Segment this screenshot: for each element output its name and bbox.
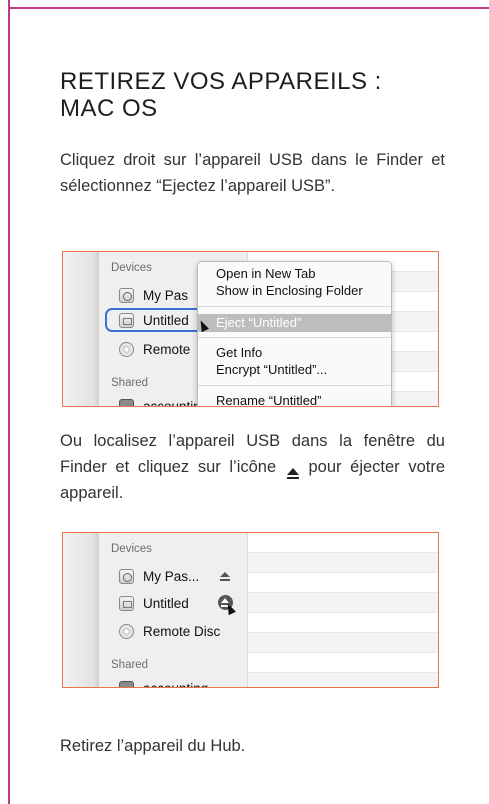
sidebar-item-label: Untitled [143,595,189,611]
page-frame-top [8,7,489,9]
devices-label: Devices [111,543,152,555]
page-frame-left [8,0,10,804]
clock-disk-icon [119,287,134,303]
finder-eject-screenshot: Devices My Pas... Untitled Remote Disc S… [62,532,439,688]
finder-context-menu-screenshot: Devices My Pas Untitled Remote Shared ac… [62,251,439,407]
network-icon [119,680,134,687]
sidebar-item-label: My Pas... [143,568,200,584]
shared-label: Shared [111,659,149,671]
shared-label: Shared [111,377,149,389]
instruction-paragraph-2: Ou localisez l’appareil USB dans la fenê… [60,428,445,506]
sidebar-item-remote-disc[interactable]: Remote Disc [119,620,220,642]
file-list-rows [248,533,438,687]
menu-separator [198,306,391,307]
network-icon [119,398,134,406]
window-shadow [63,252,99,406]
sidebar-item-accounting[interactable]: accounting [119,677,209,688]
menu-item-show-in-enclosing-folder[interactable]: Show in Enclosing Folder [216,283,363,298]
sidebar-item-untitled[interactable]: Untitled [119,592,189,614]
sidebar-item-my-passport[interactable]: My Pas [119,284,188,306]
disk-icon [119,595,134,611]
sidebar-item-label: Untitled [143,312,189,328]
clock-disk-icon [119,568,134,584]
heading-line-2: MAC OS [60,95,158,122]
menu-separator [198,385,391,386]
cd-icon [119,341,134,357]
eject-icon[interactable] [219,572,231,582]
instruction-paragraph-3: Retirez l’appareil du Hub. [60,737,246,755]
menu-item-get-info[interactable]: Get Info [216,345,262,360]
context-menu: Open in New Tab Show in Enclosing Folder… [197,261,392,406]
menu-separator [198,337,391,338]
section-heading: RETIREZ VOS APPAREILS : MAC OS [60,68,460,122]
sidebar-item-accounting[interactable]: accounting [119,395,208,406]
cd-icon [119,623,134,639]
window-shadow [63,533,99,687]
sidebar-item-untitled[interactable]: Untitled [119,309,189,331]
menu-item-rename[interactable]: Rename “Untitled” [216,393,322,406]
sidebar-item-label: accounting [143,680,209,688]
sidebar-item-label: Remote Disc [143,623,221,639]
sidebar-item-my-passport[interactable]: My Pas... [119,565,199,587]
devices-label: Devices [111,262,152,274]
sidebar-item-remote[interactable]: Remote [119,338,190,360]
menu-item-open-in-new-tab[interactable]: Open in New Tab [216,266,316,281]
disk-icon [119,312,134,328]
sidebar-item-label: Remote [143,341,191,357]
heading-line-1: RETIREZ VOS APPAREILS : [60,68,382,95]
menu-item-eject[interactable]: Eject “Untitled” [216,315,301,330]
sidebar-item-label: My Pas [143,287,189,303]
eject-icon [285,454,300,480]
menu-item-encrypt[interactable]: Encrypt “Untitled”... [216,362,327,377]
instruction-paragraph-1: Cliquez droit sur l’appareil USB dans le… [60,151,445,195]
